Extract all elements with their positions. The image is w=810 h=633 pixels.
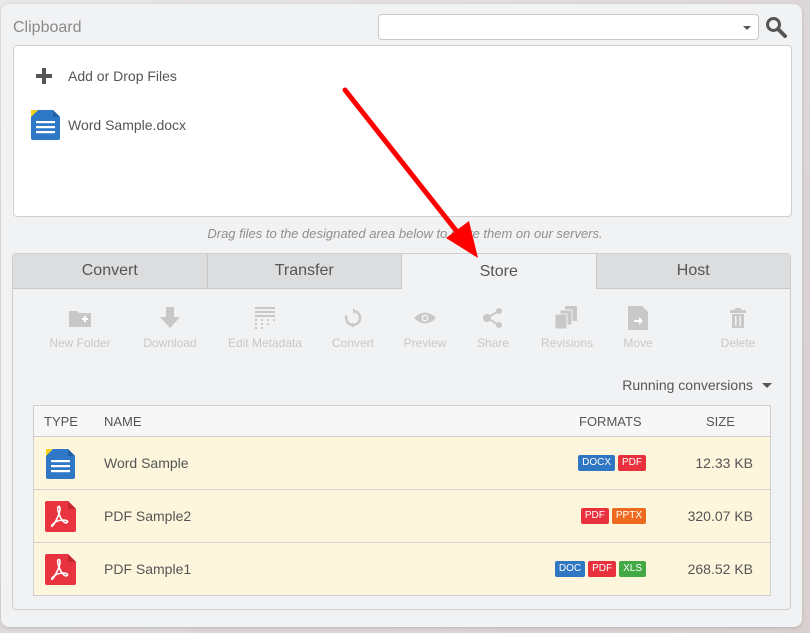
format-badges: PDF PPTX — [580, 508, 646, 524]
search-button[interactable] — [765, 16, 787, 38]
new-folder-label: New Folder — [49, 336, 111, 350]
clipboard-select[interactable] — [378, 14, 759, 40]
tabs-panel: Convert Transfer Store Host New Folder D… — [12, 253, 791, 610]
running-conversions-dropdown[interactable]: Running conversions — [622, 377, 772, 393]
metadata-icon — [253, 306, 277, 330]
revisions-label: Revisions — [540, 336, 594, 350]
format-badge[interactable]: PDF — [618, 455, 646, 471]
delete-label: Delete — [720, 336, 756, 350]
file-size: 268.52 KB — [687, 561, 753, 577]
table-row[interactable]: Word Sample DOCX PDF 12.33 KB — [34, 437, 770, 490]
pdf-icon — [45, 554, 76, 585]
share-icon — [481, 306, 505, 330]
new-folder-button[interactable]: New Folder — [35, 306, 125, 350]
file-name: Word Sample — [104, 455, 189, 471]
format-badge[interactable]: PDF — [580, 508, 609, 524]
clipboard-panel: Clipboard Add or Drop Files Word Sample.… — [1, 4, 802, 627]
table-row[interactable]: PDF Sample1 DOC PDF XLS 268.52 KB — [34, 543, 770, 595]
tab-convert[interactable]: Convert — [13, 254, 208, 289]
tab-store[interactable]: Store — [402, 254, 597, 289]
edit-metadata-label: Edit Metadata — [227, 336, 303, 350]
table-row[interactable]: PDF Sample2 PDF PPTX 320.07 KB — [34, 490, 770, 543]
header-type[interactable]: TYPE — [44, 414, 78, 429]
format-badge[interactable]: PPTX — [611, 508, 646, 524]
running-conversions-label: Running conversions — [622, 377, 753, 393]
files-table: TYPE NAME FORMATS SIZE Word Sample DOCX … — [33, 405, 771, 596]
plus-icon — [36, 68, 52, 84]
file-dropzone[interactable]: Add or Drop Files Word Sample.docx — [13, 45, 792, 217]
pdf-icon — [45, 501, 76, 532]
clipboard-title: Clipboard — [13, 19, 82, 36]
store-toolbar: New Folder Download Edit Metadata Conver… — [13, 306, 790, 350]
header-size[interactable]: SIZE — [706, 414, 735, 429]
header-formats[interactable]: FORMATS — [579, 414, 642, 429]
download-button[interactable]: Download — [125, 306, 215, 350]
edit-metadata-button[interactable]: Edit Metadata — [220, 306, 310, 350]
table-header: TYPE NAME FORMATS SIZE — [34, 406, 770, 437]
add-files-button[interactable]: Add or Drop Files — [36, 68, 177, 84]
download-icon — [158, 306, 182, 330]
file-size: 320.07 KB — [687, 508, 753, 524]
word-doc-icon — [46, 449, 75, 479]
eye-icon — [413, 306, 437, 330]
format-badges: DOCX PDF — [578, 455, 646, 471]
caret-down-icon — [762, 382, 772, 388]
move-button[interactable]: Move — [593, 306, 683, 350]
chevron-down-icon — [743, 26, 751, 30]
trash-icon — [726, 306, 750, 330]
search-icon — [766, 17, 787, 38]
preview-label: Preview — [403, 336, 447, 350]
word-doc-icon — [31, 110, 60, 140]
clipboard-file-item[interactable]: Word Sample.docx — [29, 108, 186, 141]
move-icon — [626, 306, 650, 330]
header-name[interactable]: NAME — [104, 414, 142, 429]
tab-transfer[interactable]: Transfer — [207, 254, 402, 289]
format-badge[interactable]: PDF — [588, 561, 617, 577]
share-label: Share — [476, 336, 510, 350]
revisions-icon — [555, 306, 579, 330]
convert-label: Convert — [331, 336, 375, 350]
delete-button[interactable]: Delete — [693, 306, 783, 350]
file-name: PDF Sample2 — [104, 508, 192, 524]
file-size: 12.33 KB — [695, 455, 753, 471]
clipboard-file-name: Word Sample.docx — [68, 116, 187, 133]
format-badge[interactable]: DOC — [554, 561, 586, 577]
new-folder-icon — [68, 306, 92, 330]
tab-host[interactable]: Host — [596, 254, 790, 289]
add-files-label: Add or Drop Files — [68, 68, 177, 84]
convert-icon — [341, 306, 365, 330]
format-badge[interactable]: XLS — [619, 561, 646, 577]
move-label: Move — [623, 336, 653, 350]
drag-hint: Drag files to the designated area below … — [207, 226, 603, 241]
file-name: PDF Sample1 — [104, 561, 192, 577]
format-badge[interactable]: DOCX — [578, 455, 615, 471]
tab-bar: Convert Transfer Store Host — [13, 254, 790, 289]
download-label: Download — [143, 336, 197, 350]
format-badges: DOC PDF XLS — [554, 561, 646, 577]
